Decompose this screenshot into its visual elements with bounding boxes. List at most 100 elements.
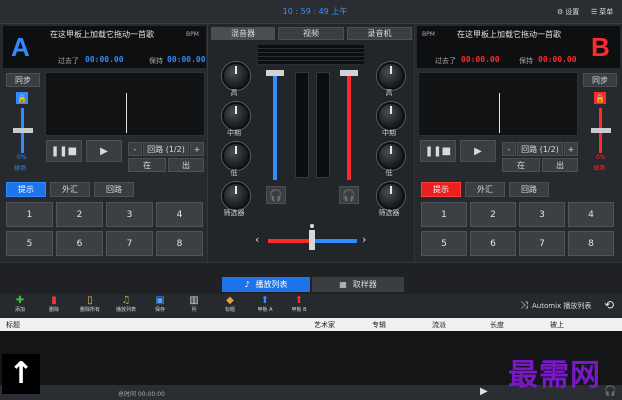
browser-tab-bar (0, 262, 622, 294)
deck-a-tab-loop[interactable]: 回路 (94, 182, 134, 197)
deck-a-tab-cue[interactable]: 提示 (6, 182, 46, 197)
deck-b-pad-7[interactable]: 7 (519, 231, 565, 256)
col-genre[interactable]: 流派 (432, 320, 446, 330)
deck-a-pad-4[interactable]: 4 (156, 202, 203, 227)
deck-a-pad-8[interactable]: 8 (156, 231, 203, 256)
deck-a-pitch-handle[interactable] (13, 128, 33, 133)
toolbar-deck-b[interactable]: ⬆ 甲板 B (287, 296, 311, 314)
col-title[interactable]: 标题 (6, 320, 20, 330)
deck-b-pad-2[interactable]: 2 (470, 202, 516, 227)
deck-a-play-button[interactable]: ▶ (86, 140, 122, 162)
deck-b-mid-knob[interactable] (377, 102, 405, 130)
toolbar-delete-all[interactable]: ▯ 删除所有 (77, 296, 103, 314)
settings-button[interactable]: ⚙ 设置 (557, 6, 579, 18)
deck-b-loop-button[interactable]: 回路 (1/2) (517, 142, 563, 156)
deck-a-low-knob[interactable] (222, 142, 250, 170)
mixer-vu-top (258, 45, 364, 65)
crossfader-right-arrow[interactable]: › (362, 233, 366, 246)
deck-b-sync-button[interactable]: 同步 (583, 73, 617, 87)
deck-b-cue-button[interactable]: ❚❚■ (420, 140, 456, 162)
deck-a-header: A 在这甲板上加载它拖动一首歌 BPM 过去了 00:00.00 保持 00:0… (3, 26, 206, 68)
deck-a-filter-knob[interactable] (222, 182, 250, 210)
toolbar-columns[interactable]: ▥ 列 (183, 296, 205, 314)
deck-b-pad-1[interactable]: 1 (421, 202, 467, 227)
deck-b-high-knob[interactable] (377, 62, 405, 90)
deck-b-loop-minus[interactable]: - (502, 142, 516, 156)
deck-b-pad-6[interactable]: 6 (470, 231, 516, 256)
deck-b-playhead (499, 93, 500, 133)
deck-a-pad-1[interactable]: 1 (6, 202, 53, 227)
deck-a-waveform[interactable] (45, 72, 205, 136)
deck-b-pad-4[interactable]: 4 (568, 202, 614, 227)
deck-b-pad-5[interactable]: 5 (421, 231, 467, 256)
col-artist[interactable]: 艺术家 (314, 320, 335, 330)
tab-playlist[interactable]: ♪ 播放列表 (222, 277, 310, 292)
deck-b-play-button[interactable]: ▶ (460, 140, 496, 162)
col-album[interactable]: 专辑 (372, 320, 386, 330)
automix-button[interactable]: ⤨ Automix 播放列表 (520, 300, 591, 311)
toolbar-save[interactable]: ▣ 保存 (149, 296, 171, 314)
deck-b-waveform[interactable] (418, 72, 578, 136)
deck-a-pad-5[interactable]: 5 (6, 231, 53, 256)
deck-a-pad-2[interactable]: 2 (56, 202, 103, 227)
deck-a-pad-3[interactable]: 3 (106, 202, 153, 227)
deck-b-lock-icon[interactable]: 🔒 (594, 92, 606, 104)
deck-b-filter-knob[interactable] (377, 182, 405, 210)
mixer-tab-video[interactable]: 视频 (278, 27, 344, 40)
deck-a-volume-track[interactable] (273, 72, 277, 180)
playlist-icon: ♫ (121, 295, 131, 306)
deck-a-loop-button[interactable]: 回路 (1/2) (143, 142, 189, 156)
deck-a-headphone-button[interactable]: 🎧 (266, 186, 286, 204)
col-played[interactable]: 被上 (550, 320, 564, 330)
deck-a-mid-knob[interactable] (222, 102, 250, 130)
deck-b-loop-plus[interactable]: + (564, 142, 578, 156)
scroll-up-arrow[interactable]: ↑ (2, 354, 40, 394)
pause-stop-icon: ❚❚■ (424, 145, 452, 157)
tab-sampler[interactable]: ▦ 取样器 (312, 277, 404, 292)
deck-b-low-knob[interactable] (377, 142, 405, 170)
crossfader-handle[interactable] (309, 230, 315, 250)
menu-button[interactable]: ☰ 菜单 (591, 6, 613, 18)
crossfader-track-b[interactable] (315, 239, 357, 243)
deck-a-volume-handle[interactable] (266, 70, 284, 76)
mixer-tab-mixer[interactable]: 混音器 (211, 27, 275, 40)
tag-icon: ◆ (226, 295, 234, 306)
deck-b-volume-track[interactable] (347, 72, 351, 180)
toolbar-add[interactable]: ✚ 添加 (9, 296, 31, 314)
toolbar-tag[interactable]: ◆ 标题 (219, 295, 241, 314)
deck-a-pad-7[interactable]: 7 (106, 231, 153, 256)
deck-b-volume-handle[interactable] (340, 70, 358, 76)
toolbar-delete[interactable]: ▮ 删除 (43, 296, 65, 314)
deck-a-cue-button[interactable]: ❚❚■ (46, 140, 82, 162)
hamburger-icon: ☰ (591, 8, 598, 16)
crossfader-track-a[interactable] (268, 239, 312, 243)
crossfader-indicator (310, 224, 314, 228)
deck-a-tab-fx[interactable]: 外汇 (50, 182, 90, 197)
deck-a-lock-icon[interactable]: 🔒 (16, 92, 28, 104)
deck-a-pitch-label: 球场 (14, 165, 27, 172)
deck-b-out-button[interactable]: 出 (542, 158, 578, 172)
deck-a-high-knob[interactable] (222, 62, 250, 90)
col-length[interactable]: 长度 (490, 320, 504, 330)
deck-b-headphone-button[interactable]: 🎧 (339, 186, 359, 204)
deck-a-loop-plus[interactable]: + (190, 142, 204, 156)
deck-b-tab-fx[interactable]: 外汇 (465, 182, 505, 197)
deck-b-tab-cue[interactable]: 提示 (421, 182, 461, 197)
mixer-tab-recorder[interactable]: 录音机 (347, 27, 412, 40)
toolbar-deck-a[interactable]: ⬆ 甲板 A (253, 296, 277, 314)
crossfader-left-arrow[interactable]: ‹ (255, 233, 259, 246)
deck-b-in-button[interactable]: 在 (502, 158, 540, 172)
deck-a-in-button[interactable]: 在 (128, 158, 166, 172)
deck-a-out-button[interactable]: 出 (168, 158, 204, 172)
bottom-play-button[interactable]: ▶ (480, 386, 488, 397)
deck-b-pad-3[interactable]: 3 (519, 202, 565, 227)
deck-a-pad-6[interactable]: 6 (56, 231, 103, 256)
deck-b-pitch-handle[interactable] (591, 128, 611, 133)
toolbar-playlist[interactable]: ♫ 播放列表 (113, 295, 139, 314)
deck-a-sync-button[interactable]: 同步 (6, 73, 40, 87)
repeat-icon[interactable]: ⟲ (604, 298, 614, 312)
bottom-headphone-icon[interactable]: 🎧 (604, 386, 616, 397)
deck-b-tab-loop[interactable]: 回路 (509, 182, 549, 197)
deck-b-pad-8[interactable]: 8 (568, 231, 614, 256)
deck-a-loop-minus[interactable]: - (128, 142, 142, 156)
